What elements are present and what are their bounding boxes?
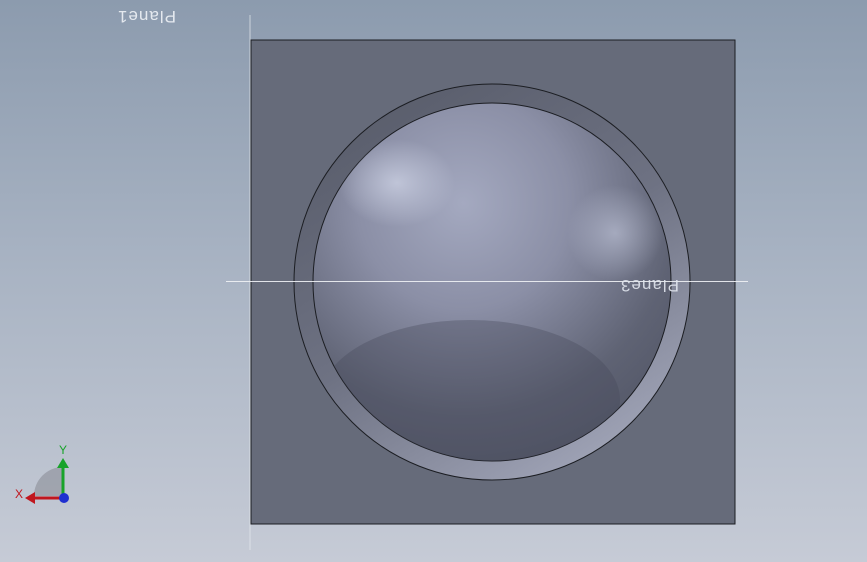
triad-plane-quadrant <box>34 467 63 496</box>
model-scene[interactable] <box>0 0 867 562</box>
x-axis-arrowhead <box>25 492 35 504</box>
plane1-label[interactable]: Plane1 <box>117 7 176 26</box>
orientation-triad[interactable]: Y X <box>12 440 76 510</box>
y-axis-label: Y <box>59 443 67 457</box>
x-axis-label: X <box>15 487 23 501</box>
plane3-label[interactable]: Plane3 <box>620 276 679 295</box>
graphics-viewport[interactable]: Plane1 Plane3 Y X <box>0 0 867 562</box>
z-axis-dot <box>59 493 69 503</box>
y-axis-arrowhead <box>57 458 69 468</box>
